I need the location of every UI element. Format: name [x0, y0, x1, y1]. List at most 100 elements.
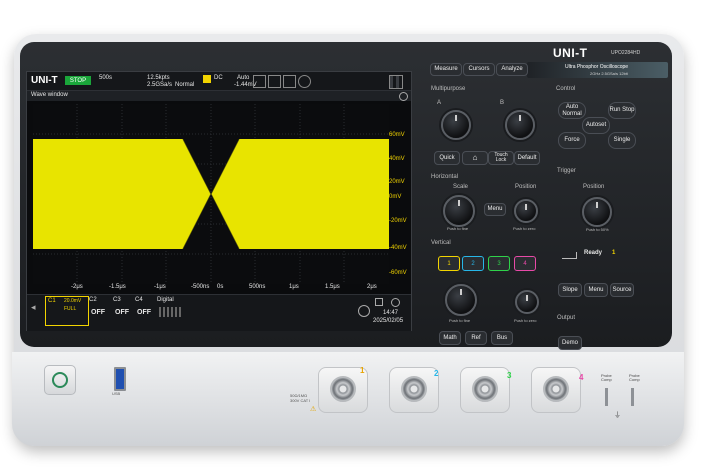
acq-mode-readout[interactable]: Normal [175, 82, 194, 88]
autoset-button[interactable]: Autoset [582, 117, 610, 134]
toolbar-icon-2[interactable] [268, 75, 281, 88]
horizontal-label: Horizontal [431, 174, 459, 180]
brand-logo: UNI-T [553, 46, 588, 60]
trigger-source-indicator: 1 [612, 250, 616, 256]
brand-subtitle: Ultra Phosphor Oscilloscope [565, 64, 629, 70]
search-circle-icon[interactable] [298, 75, 311, 88]
demo-button[interactable]: Demo [558, 336, 582, 350]
knob-a-label: A [437, 100, 442, 106]
measure-button[interactable]: Measure [430, 63, 462, 76]
channel-box-c3[interactable]: C3 OFF [113, 296, 133, 324]
storage-icon[interactable] [375, 298, 383, 306]
bus-button[interactable]: Bus [491, 331, 513, 345]
ref-button[interactable]: Ref [465, 331, 487, 345]
toolbar-icon-3[interactable] [283, 75, 296, 88]
math-button[interactable]: Math [439, 331, 461, 345]
single-button[interactable]: Single [608, 132, 636, 149]
probe-comp-label: Probe Comp [601, 373, 612, 383]
app-grid-icon[interactable] [389, 75, 403, 89]
toolbar-icon-1[interactable] [253, 75, 266, 88]
channel-box-c2[interactable]: C2 OFF [89, 296, 109, 324]
channel-box-digital[interactable]: Digital [157, 296, 187, 324]
y-tick-label: 20mV [389, 179, 405, 185]
timebase-readout[interactable]: 500s [99, 75, 112, 81]
network-icon[interactable] [391, 298, 400, 307]
touch-lock-button[interactable]: Touch Lock [488, 151, 514, 165]
multipurpose-label: Multipurpose [431, 86, 466, 92]
channel-box-c1[interactable]: C1 20.0mV FULL [45, 296, 89, 326]
slope-button[interactable]: Slope [558, 283, 582, 297]
channel-4-button[interactable]: 4 [514, 256, 536, 271]
vertical-push-zero-label: Push to zero [514, 318, 537, 323]
probe-ground-terminal[interactable] [631, 388, 634, 406]
channel-bar-left-arrow-icon[interactable]: ◂ [31, 302, 36, 313]
waveform-plot[interactable] [33, 104, 389, 284]
power-icon [52, 372, 68, 388]
default-button[interactable]: Default [514, 151, 540, 165]
brand-model: UPO2284HD [611, 50, 641, 56]
channel-state: OFF [91, 309, 105, 316]
x-tick-label: -1.5μs [109, 284, 126, 290]
bnc-number-4: 4 [579, 373, 584, 382]
channel-4-bnc-input[interactable] [543, 376, 569, 402]
horizontal-scale-label: Scale [453, 184, 469, 190]
x-tick-label: 2μs [367, 284, 377, 290]
usb-port[interactable] [114, 367, 126, 391]
x-tick-label: 1.5μs [325, 284, 340, 290]
multipurpose-knob-a[interactable] [441, 110, 471, 140]
usb-label: USB [112, 391, 121, 396]
trigger-push-label: Push to 50% [586, 227, 609, 232]
horizontal-menu-button[interactable]: Menu [484, 203, 506, 216]
knob-b-label: B [500, 100, 505, 106]
channel-2-bnc-input[interactable] [401, 376, 427, 402]
horizontal-scale-knob[interactable] [443, 195, 475, 227]
vertical-position-knob[interactable] [515, 290, 539, 314]
y-tick-label: 40mV [389, 156, 405, 162]
channel-state: OFF [137, 309, 151, 316]
coupling-readout[interactable]: DC [214, 75, 223, 81]
x-tick-label: 500ns [249, 284, 266, 290]
channel-1-button[interactable]: 1 [438, 256, 460, 271]
input-rating-label: 50Ω/1MΩ 300V CAT I [290, 393, 311, 403]
trigger-level-knob[interactable] [582, 197, 612, 227]
warning-icon: ⚠ [310, 406, 317, 413]
force-button[interactable]: Force [558, 132, 586, 149]
auto-normal-button[interactable]: Auto Normal [558, 102, 586, 119]
channel-1-bnc-input[interactable] [330, 376, 356, 402]
y-tick-label: -60mV [389, 270, 407, 276]
y-tick-label: 60mV [389, 132, 405, 138]
channel-3-bnc-input[interactable] [472, 376, 498, 402]
trigger-menu-button[interactable]: Menu [584, 283, 608, 297]
run-stop-button[interactable]: Run Stop [608, 102, 636, 119]
quick-button[interactable]: Quick [434, 151, 460, 165]
vertical-scale-knob[interactable] [445, 284, 477, 316]
channel-2-button[interactable]: 2 [462, 256, 484, 271]
play-icon[interactable] [358, 305, 370, 317]
bnc-number-1: 1 [360, 366, 365, 375]
x-tick-label: 1μs [289, 284, 299, 290]
channel-box-c4[interactable]: C4 OFF [135, 296, 155, 324]
bnc-number-3: 3 [507, 371, 512, 380]
channel-name: Digital [157, 297, 174, 303]
trigger-source-icon [203, 75, 211, 83]
clock-date: 2025/02/05 [373, 318, 404, 324]
run-state-badge[interactable]: STOP [65, 76, 91, 85]
trigger-mode-readout[interactable]: Auto [237, 75, 249, 81]
probe-comp-terminal[interactable] [605, 388, 608, 406]
trigger-ready-status: Ready [584, 250, 603, 256]
power-button[interactable] [44, 365, 76, 395]
horizontal-position-knob[interactable] [514, 199, 538, 223]
cursors-button[interactable]: Cursors [463, 63, 495, 76]
channel-3-button[interactable]: 3 [488, 256, 510, 271]
multipurpose-knob-b[interactable] [505, 110, 535, 140]
zoom-icon[interactable] [399, 92, 408, 101]
ground-icon: ⏚ [614, 412, 621, 419]
analyze-button[interactable]: Analyze [496, 63, 528, 76]
clock-time: 14:47 [383, 310, 399, 316]
trigger-slope-icon [562, 252, 577, 259]
home-icon[interactable]: ⌂ [462, 151, 488, 165]
trigger-source-button[interactable]: Source [610, 283, 634, 297]
channel-scale: 20.0mV [64, 298, 82, 304]
oscilloscope-screen[interactable]: UNI-T STOP 500s Normal 12.5kpts 2.5GSa/s… [26, 71, 412, 331]
channel-bandwidth: FULL [64, 306, 77, 312]
